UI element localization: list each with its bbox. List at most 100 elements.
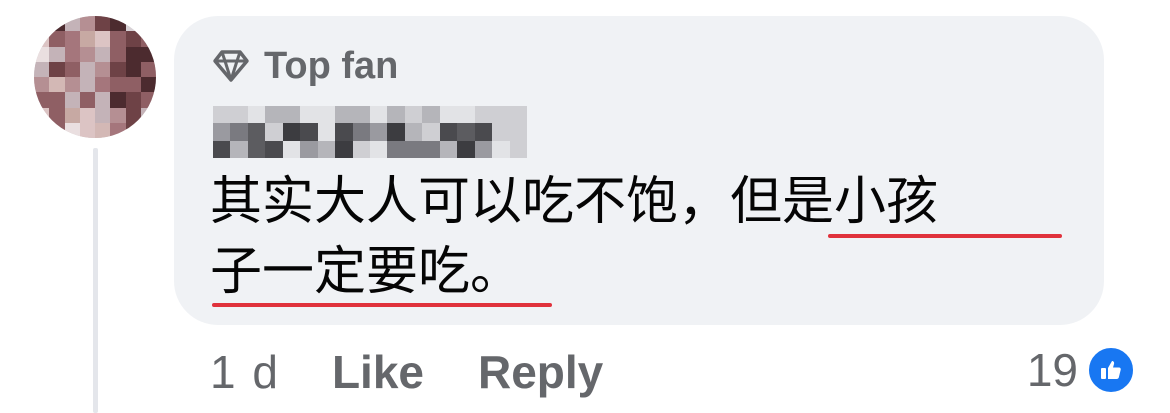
author-pixel: [230, 106, 248, 124]
author-pixel: [422, 123, 440, 141]
author-pixel: [213, 140, 231, 158]
author-pixel: [247, 106, 266, 124]
author-pixel: [230, 140, 248, 158]
author-pixel: [265, 106, 283, 124]
avatar-pixel: [79, 122, 95, 138]
avatar-pixel: [140, 107, 156, 123]
avatar-pixel: [110, 77, 126, 93]
reaction-summary[interactable]: 19: [1027, 342, 1136, 398]
author-pixel: [247, 140, 266, 158]
avatar-pixel: [95, 46, 111, 62]
avatar-pixel: [110, 46, 126, 62]
author-pixel: [317, 140, 336, 158]
avatar-pixel: [95, 16, 111, 32]
avatar-pixel: [95, 77, 111, 93]
author-pixel: [300, 140, 318, 158]
author-pixel: [387, 140, 405, 158]
avatar-pixel: [125, 122, 141, 138]
avatar-pixel: [110, 16, 126, 32]
author-pixel: [265, 123, 283, 141]
author-pixel: [300, 106, 318, 124]
author-pixel: [439, 140, 458, 158]
author-pixel: [422, 140, 440, 158]
avatar-pixel: [110, 61, 126, 77]
avatar-pixel: [34, 46, 50, 62]
avatar-pixel: [49, 46, 65, 62]
avatar-pixel: [34, 16, 50, 32]
author-pixel: [282, 123, 301, 141]
author-pixel: [439, 106, 458, 124]
avatar-pixel: [34, 107, 50, 123]
author-pixel: [439, 123, 458, 141]
reply-button[interactable]: Reply: [478, 344, 603, 400]
author-pixel: [492, 123, 510, 141]
avatar-pixel: [49, 92, 65, 108]
author-pixel: [370, 106, 388, 124]
avatar-pixel: [125, 107, 141, 123]
author-pixel: [492, 140, 510, 158]
author-pixel: [404, 140, 423, 158]
author-pixel: [282, 106, 301, 124]
comment-text-line-1: 其实大人可以吃不饱，但是小孩: [210, 170, 938, 234]
avatar-pixel: [140, 46, 156, 62]
avatar[interactable]: [34, 16, 156, 138]
avatar-pixel: [110, 107, 126, 123]
author-pixel: [282, 140, 301, 158]
comment-item: Top fan 其实大人可以吃不饱，但是小孩 子一定要吃。 1 d Like R…: [0, 0, 1170, 413]
avatar-pixel: [64, 92, 80, 108]
author-pixel: [352, 106, 370, 124]
like-button[interactable]: Like: [332, 344, 424, 400]
author-pixel: [422, 106, 440, 124]
avatar-pixel: [34, 31, 50, 47]
comment-text-end: 。: [470, 243, 523, 301]
avatar-pixel: [79, 31, 95, 47]
top-fan-badge[interactable]: Top fan: [212, 42, 398, 90]
timestamp[interactable]: 1 d: [210, 344, 280, 400]
avatar-pixel: [95, 61, 111, 77]
thumbs-up-icon: [1086, 345, 1136, 395]
avatar-pixel: [95, 31, 111, 47]
avatar-pixel: [49, 122, 65, 138]
avatar-pixel: [125, 77, 141, 93]
comment-text-line-2: 子一定要吃。: [210, 240, 522, 304]
avatar-pixel: [140, 122, 156, 138]
avatar-pixel: [140, 61, 156, 77]
author-pixel: [370, 140, 388, 158]
author-name[interactable]: [213, 106, 527, 158]
author-pixel: [404, 123, 423, 141]
avatar-pixel: [140, 92, 156, 108]
author-pixel: [387, 123, 405, 141]
diamond-icon: [212, 49, 250, 83]
avatar-pixel: [49, 16, 65, 32]
author-pixel: [335, 140, 353, 158]
comment-actions: 1 d Like Reply: [210, 344, 603, 400]
avatar-pixel: [49, 61, 65, 77]
avatar-pixel: [64, 107, 80, 123]
author-pixel: [247, 123, 266, 141]
avatar-pixel: [49, 31, 65, 47]
author-pixel: [509, 123, 527, 141]
author-pixel: [352, 123, 370, 141]
author-pixel: [404, 106, 423, 124]
badge-label: Top fan: [264, 45, 399, 87]
author-pixel: [370, 123, 388, 141]
avatar-pixel: [79, 77, 95, 93]
avatar-pixel: [64, 31, 80, 47]
avatar-pixel: [95, 92, 111, 108]
avatar-pixel: [34, 77, 50, 93]
avatar-pixel: [34, 122, 50, 138]
avatar-pixel: [79, 61, 95, 77]
avatar-pixel: [125, 46, 141, 62]
comment-text-marked: 但是小孩: [730, 173, 939, 231]
author-pixel: [335, 106, 353, 124]
reaction-count: 19: [1026, 344, 1078, 396]
author-pixel: [213, 106, 231, 124]
avatar-pixel: [64, 61, 80, 77]
author-pixel: [317, 106, 336, 124]
avatar-pixel: [64, 16, 80, 32]
author-pixel: [213, 123, 231, 141]
thread-line: [93, 148, 98, 413]
avatar-pixel: [49, 107, 65, 123]
author-pixel: [300, 123, 318, 141]
avatar-pixel: [79, 92, 95, 108]
